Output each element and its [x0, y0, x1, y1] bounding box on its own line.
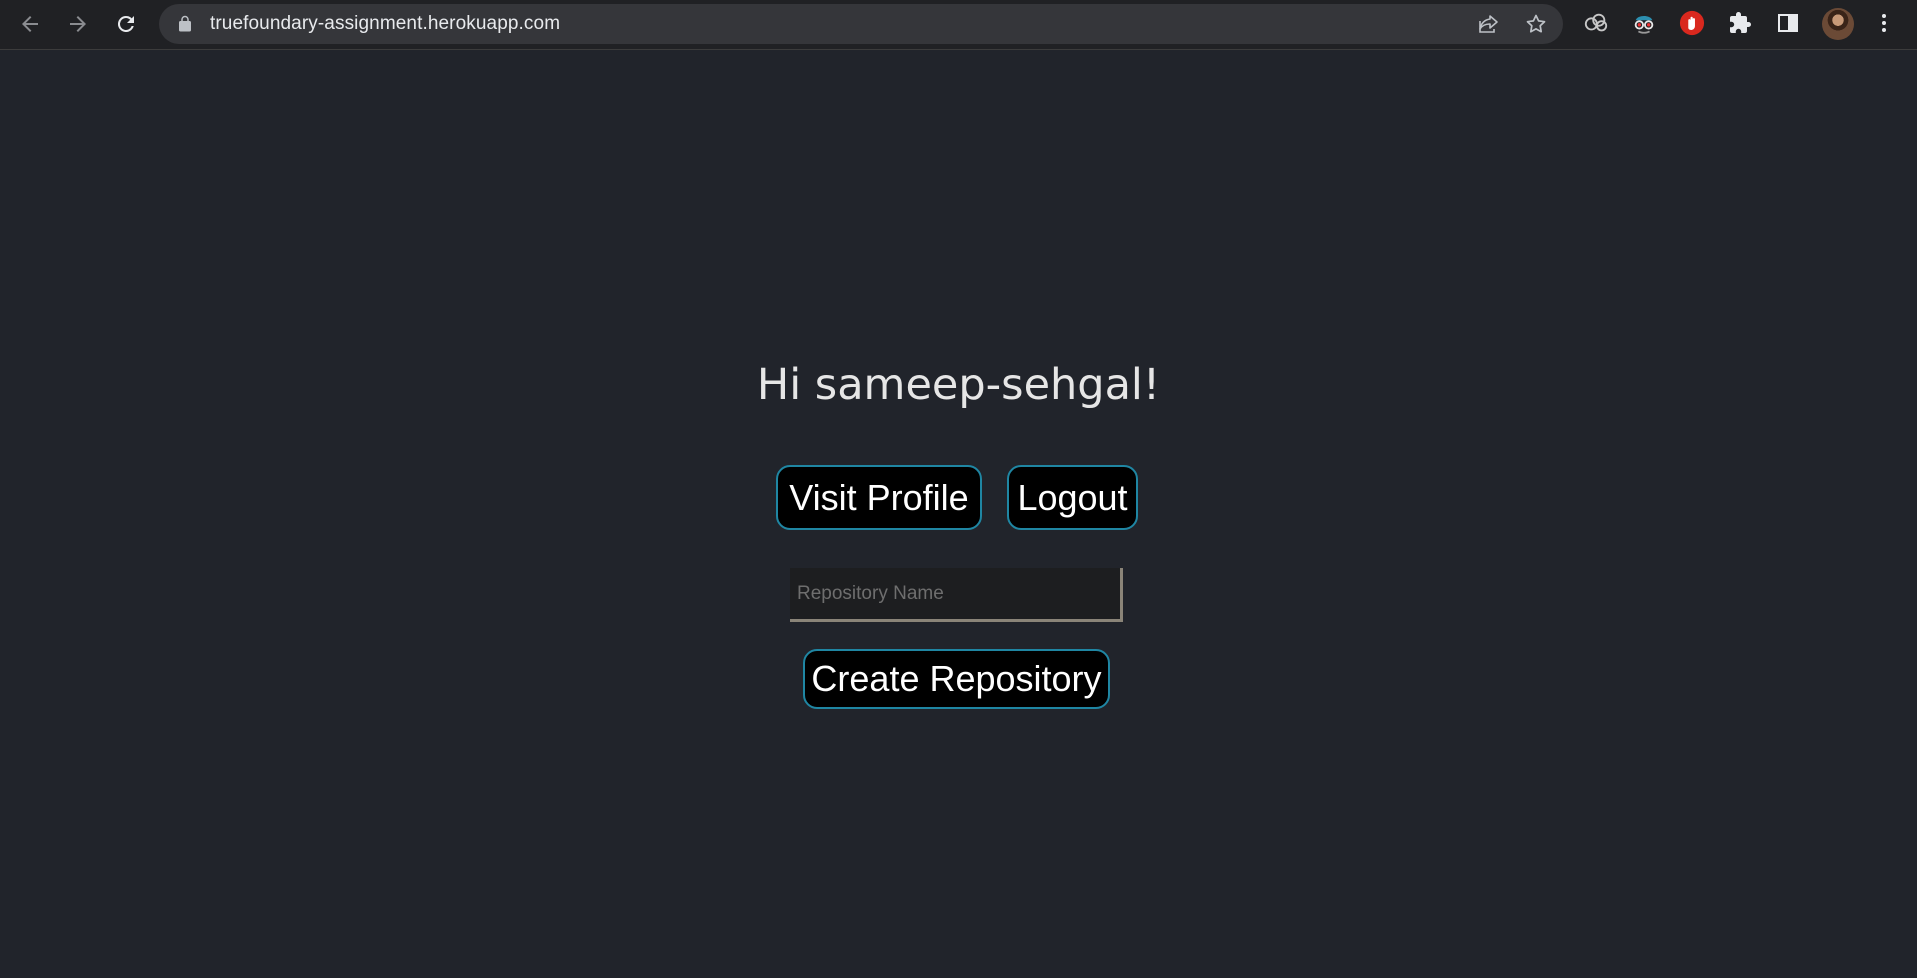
share-icon[interactable] [1476, 12, 1500, 36]
browser-toolbar: truefoundary-assignment.herokuapp.com [0, 0, 1917, 50]
url-text[interactable]: truefoundary-assignment.herokuapp.com [210, 4, 560, 44]
arrow-left-icon [22, 16, 38, 32]
lock-icon [179, 15, 191, 32]
extension-spy-icon[interactable] [1630, 9, 1658, 37]
reload-icon [117, 15, 134, 32]
back-button[interactable] [13, 7, 47, 41]
profile-avatar[interactable] [1822, 8, 1854, 40]
reload-button[interactable] [109, 7, 143, 41]
extensions-puzzle-icon[interactable] [1726, 9, 1754, 37]
bookmark-star-icon[interactable] [1524, 12, 1548, 36]
visit-profile-button[interactable]: Visit Profile [776, 465, 982, 530]
chrome-menu-icon[interactable] [1870, 9, 1898, 37]
repository-name-input[interactable] [790, 568, 1123, 622]
forward-button[interactable] [61, 7, 95, 41]
extension-stop-hand-icon[interactable] [1678, 9, 1706, 37]
extension-cloud-icon[interactable] [1582, 9, 1610, 37]
arrow-right-icon [70, 16, 86, 32]
greeting-heading: Hi sameep-sehgal! [756, 360, 1161, 410]
logout-button[interactable]: Logout [1007, 465, 1138, 530]
create-repository-button[interactable]: Create Repository [803, 649, 1110, 709]
side-panel-icon[interactable] [1774, 9, 1802, 37]
address-bar[interactable]: truefoundary-assignment.herokuapp.com [159, 4, 1563, 44]
